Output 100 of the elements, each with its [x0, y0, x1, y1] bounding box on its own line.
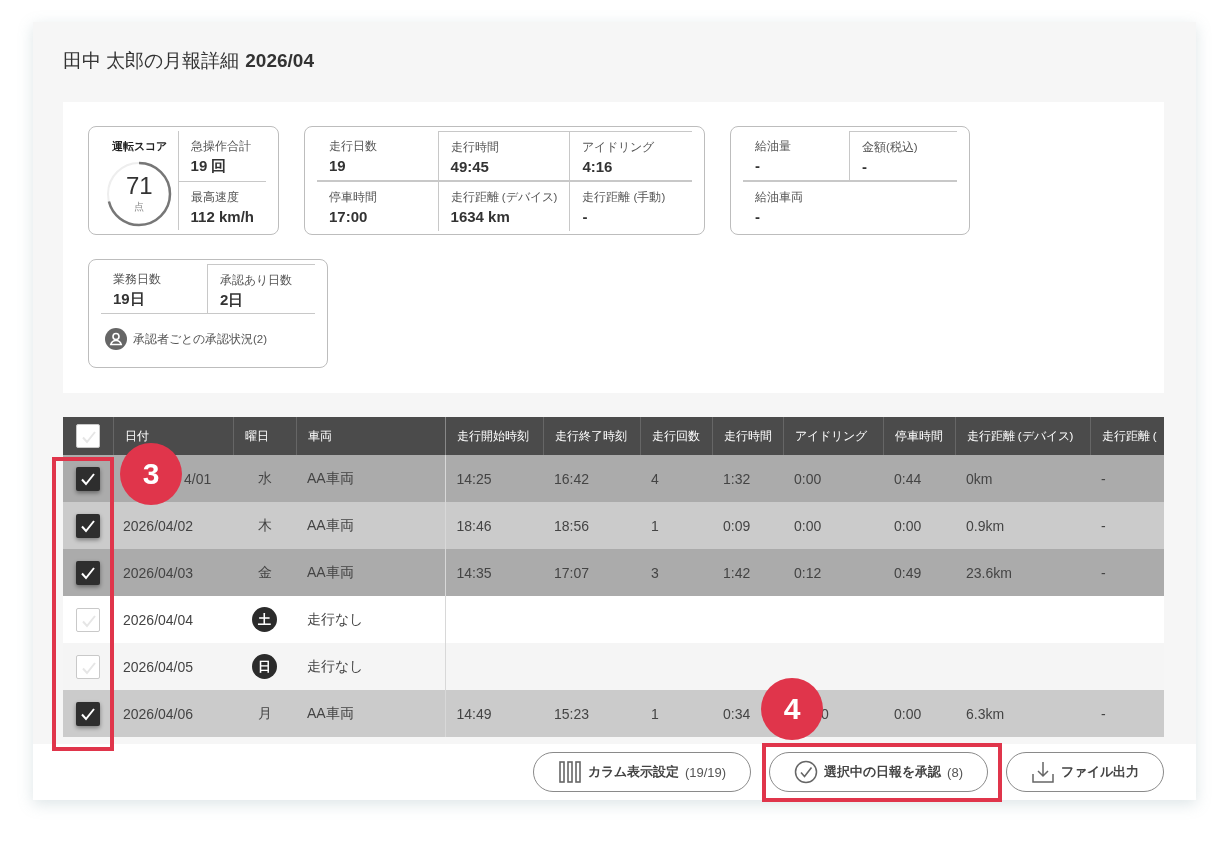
table-cell: AA車両 [296, 690, 445, 737]
stat-value: 19 回 [190, 157, 228, 176]
table-cell: 2026/04/04 [113, 596, 233, 643]
download-icon [1031, 760, 1055, 784]
table-cell: 0:12 [783, 549, 883, 596]
stat-value: 19日 [113, 290, 146, 309]
stat-label: 走行距離 (デバイス) [450, 190, 558, 205]
table-cell: 0:00 [883, 690, 955, 737]
table-cell: 17:07 [543, 549, 640, 596]
table-cell: 1:32 [712, 455, 783, 502]
table-cell: 2026/04/02 [113, 502, 233, 549]
table-cell: 月 [233, 690, 296, 737]
table-cell: 1:42 [712, 549, 783, 596]
checkbox[interactable] [76, 560, 100, 585]
table-cell: 水 [233, 455, 296, 502]
table-cell: 2026/04/05 [113, 643, 233, 690]
table-cell: 0:00 [783, 455, 883, 502]
checkbox[interactable] [76, 701, 100, 726]
table-cell: AA車両 [296, 455, 445, 502]
column-header[interactable]: アイドリング [783, 417, 883, 455]
table-cell: 3 [640, 549, 712, 596]
stat-value: - [862, 158, 868, 175]
table-cell: 6.3km [955, 690, 1090, 737]
page-title: 田中 太郎の月報詳細 2026/04 [62, 49, 315, 73]
table-cell: 0:09 [712, 502, 783, 549]
column-header[interactable]: 車両 [296, 417, 445, 455]
stat-value: 1634 km [450, 208, 511, 225]
stat-label: 給油量 [755, 139, 792, 154]
stat-label: 承認あり日数 [220, 273, 293, 288]
table-cell: 18:46 [445, 502, 543, 549]
action-button[interactable]: 選択中の日報を承認 (8) [769, 752, 988, 792]
stat-value: - [755, 208, 761, 225]
column-header[interactable]: 走行回数 [640, 417, 712, 455]
stat-value: 19 [329, 157, 347, 174]
table-cell: 0.9km [955, 502, 1090, 549]
column-header[interactable]: 日付 [113, 417, 233, 455]
stat-label: 金額(税込) [862, 140, 919, 155]
table-cell: 走行なし [296, 643, 445, 690]
stat-value: 49:45 [450, 158, 490, 175]
table-cell: - [1090, 502, 1164, 549]
table-cell: AA車両 [296, 502, 445, 549]
column-header[interactable]: 走行時間 [712, 417, 783, 455]
check-circle-icon [794, 760, 819, 784]
stat-label: 走行距離 (手動) [582, 190, 667, 205]
table-cell: - [1090, 455, 1164, 502]
person-icon [105, 328, 127, 350]
table-cell: AA車両 [296, 549, 445, 596]
table-cell: 18:56 [543, 502, 640, 549]
stat-label: 急操作合計 [190, 139, 252, 154]
stat-value: 112 km/h [190, 207, 254, 225]
checkbox[interactable] [76, 654, 100, 679]
stat-label: 給油車両 [755, 190, 804, 205]
stat-value: 4:16 [582, 158, 614, 175]
table-cell: 0:49 [883, 549, 955, 596]
table-cell: 14:25 [445, 455, 543, 502]
table-cell: 2026/04/06 [113, 690, 233, 737]
column-header[interactable]: 曜日 [233, 417, 296, 455]
action-button[interactable]: カラム表示設定 (19/19) [532, 752, 752, 792]
stat-label: 走行時間 [450, 140, 500, 155]
table-cell: 15:23 [543, 690, 640, 737]
checkbox[interactable] [75, 424, 100, 448]
table-cell: 木 [233, 502, 296, 549]
table-cell: 4 [640, 455, 712, 502]
stat-value: 17:00 [329, 208, 369, 225]
table-cell: 1 [640, 502, 712, 549]
score-unit: 点 [133, 200, 146, 214]
checkbox[interactable] [76, 466, 100, 491]
table-cell: 0:00 [883, 502, 955, 549]
table-cell: 2026/04/03 [113, 549, 233, 596]
stat-value: - [755, 157, 761, 174]
stat-label: 業務日数 [113, 272, 162, 287]
checkbox[interactable] [76, 607, 100, 632]
column-header[interactable]: 停車時間 [883, 417, 955, 455]
table-cell: 1 [640, 690, 712, 737]
stat-value: 2日 [220, 291, 245, 310]
column-header[interactable]: 走行距離 (デバイス) [955, 417, 1090, 455]
checkbox[interactable] [76, 513, 100, 538]
action-button[interactable]: ファイル出力 [1006, 752, 1164, 792]
score-value: 71 [124, 173, 154, 199]
stat-label: 走行日数 [329, 139, 378, 154]
stat-value: - [582, 208, 589, 225]
approver-status-link[interactable]: 承認者ごとの承認状況(2) [133, 331, 268, 347]
table-cell: 金 [233, 549, 296, 596]
holiday-badge: 土 [252, 607, 277, 632]
table-cell: - [1090, 690, 1164, 737]
column-header[interactable]: 走行終了時刻 [543, 417, 640, 455]
table-cell: 0:44 [883, 455, 955, 502]
columns-icon [557, 760, 582, 784]
score-title: 運転スコア [111, 139, 167, 154]
holiday-badge: 日 [252, 654, 277, 679]
table-cell: 0:00 [783, 502, 883, 549]
table-cell: 走行なし [296, 596, 445, 643]
table-cell: 0km [955, 455, 1090, 502]
table-cell: 14:35 [445, 549, 543, 596]
table-cell: 23.6km [955, 549, 1090, 596]
stat-label: 停車時間 [329, 190, 378, 205]
table-cell: - [1090, 549, 1164, 596]
column-header[interactable]: 走行開始時刻 [445, 417, 543, 455]
column-header[interactable]: 走行距離 ( [1090, 417, 1164, 455]
table-cell: 16:42 [543, 455, 640, 502]
